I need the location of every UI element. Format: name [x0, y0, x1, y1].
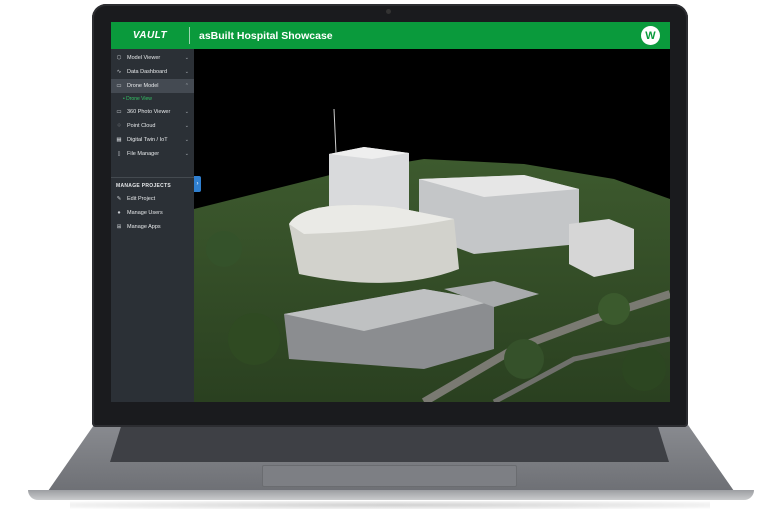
app-screen: VAULT asBuilt Hospital Showcase W ⬡ Mode… — [111, 22, 670, 402]
sidebar-item-file-manager[interactable]: ▯ File Manager ⌄ — [111, 147, 194, 161]
chevron-down-icon: ⌄ — [184, 151, 189, 157]
user-menu-icon[interactable]: W — [641, 26, 660, 45]
grid-icon: ⊞ — [116, 224, 122, 230]
building-icon: ▦ — [116, 137, 122, 143]
tree-cluster — [622, 347, 666, 391]
sidebar-item-label: File Manager — [127, 151, 160, 157]
laptop-trackpad — [262, 465, 517, 487]
chevron-down-icon: ⌄ — [184, 69, 189, 75]
cube-icon: ⬡ — [116, 55, 122, 61]
sidebar-item-label: Digital Twin / IoT — [127, 137, 168, 143]
chevron-down-icon: ⌄ — [184, 55, 189, 61]
sidebar-item-label: Manage Users — [127, 210, 163, 216]
sidebar-item-manage-apps[interactable]: ⊞ Manage Apps — [111, 220, 194, 234]
sidebar-item-label: Model Viewer — [127, 55, 161, 61]
chevron-down-icon: ⌄ — [184, 137, 189, 143]
user-icon: ● — [117, 210, 121, 216]
laptop-keyboard — [110, 426, 669, 462]
tree-cluster — [598, 293, 630, 325]
sidebar-item-drone-model[interactable]: ▭ Drone Model ⌃ — [111, 79, 194, 93]
project-title: asBuilt Hospital Showcase — [199, 29, 333, 42]
sidebar-item-manage-users[interactable]: ● Manage Users — [111, 206, 194, 220]
sidebar-item-label: Edit Project — [127, 196, 156, 202]
sidebar-subitem-drone-view[interactable]: • Drone View — [111, 93, 194, 105]
antenna — [333, 108, 337, 154]
tree-cluster — [228, 313, 280, 365]
vault-logo[interactable]: VAULT — [111, 30, 189, 41]
laptop-front-edge — [28, 490, 754, 500]
sidebar: ⬡ Model Viewer ⌄ ∿ Data Dashboard ⌄ ▭ Dr… — [111, 49, 194, 402]
header-divider — [189, 27, 190, 44]
sidebar-item-label: Data Dashboard — [127, 69, 168, 75]
sidebar-item-label: Manage Apps — [127, 224, 161, 230]
webcam — [386, 9, 391, 14]
sidebar-item-point-cloud[interactable]: ⁘ Point Cloud ⌄ — [111, 119, 194, 133]
camera-icon: ▭ — [116, 83, 122, 89]
drone-model-viewport[interactable] — [194, 49, 670, 402]
app-header: VAULT asBuilt Hospital Showcase W — [111, 22, 670, 49]
tree-cluster — [504, 339, 544, 379]
chevron-up-icon: ⌃ — [184, 83, 189, 89]
laptop-mockup: VAULT asBuilt Hospital Showcase W ⬡ Mode… — [0, 0, 779, 515]
chart-icon: ∿ — [116, 69, 122, 75]
manage-projects-heading: MANAGE PROJECTS — [116, 183, 172, 189]
drone-model-render — [194, 108, 670, 402]
sidebar-item-model-viewer[interactable]: ⬡ Model Viewer ⌄ — [111, 51, 194, 65]
collapse-sidebar-handle[interactable]: › — [194, 176, 201, 192]
tree-cluster — [206, 231, 242, 267]
sidebar-item-data-dashboard[interactable]: ∿ Data Dashboard ⌄ — [111, 65, 194, 79]
chevron-down-icon: ⌄ — [184, 123, 189, 129]
laptop-shadow — [70, 501, 710, 509]
sidebar-item-label: 360 Photo Viewer — [127, 109, 171, 115]
sidebar-item-digital-twin[interactable]: ▦ Digital Twin / IoT ⌄ — [111, 133, 194, 147]
sidebar-item-edit-project[interactable]: ✎ Edit Project — [111, 192, 194, 206]
pencil-icon: ✎ — [116, 196, 122, 202]
file-icon: ▯ — [117, 151, 121, 157]
panorama-icon: ▭ — [116, 109, 122, 115]
sidebar-item-label: Point Cloud — [127, 123, 156, 129]
chevron-down-icon: ⌄ — [184, 109, 189, 115]
sidebar-item-360-photo-viewer[interactable]: ▭ 360 Photo Viewer ⌄ — [111, 105, 194, 119]
sidebar-item-label: Drone Model — [127, 83, 159, 89]
point-cloud-icon: ⁘ — [116, 123, 122, 129]
right-building — [569, 219, 634, 277]
